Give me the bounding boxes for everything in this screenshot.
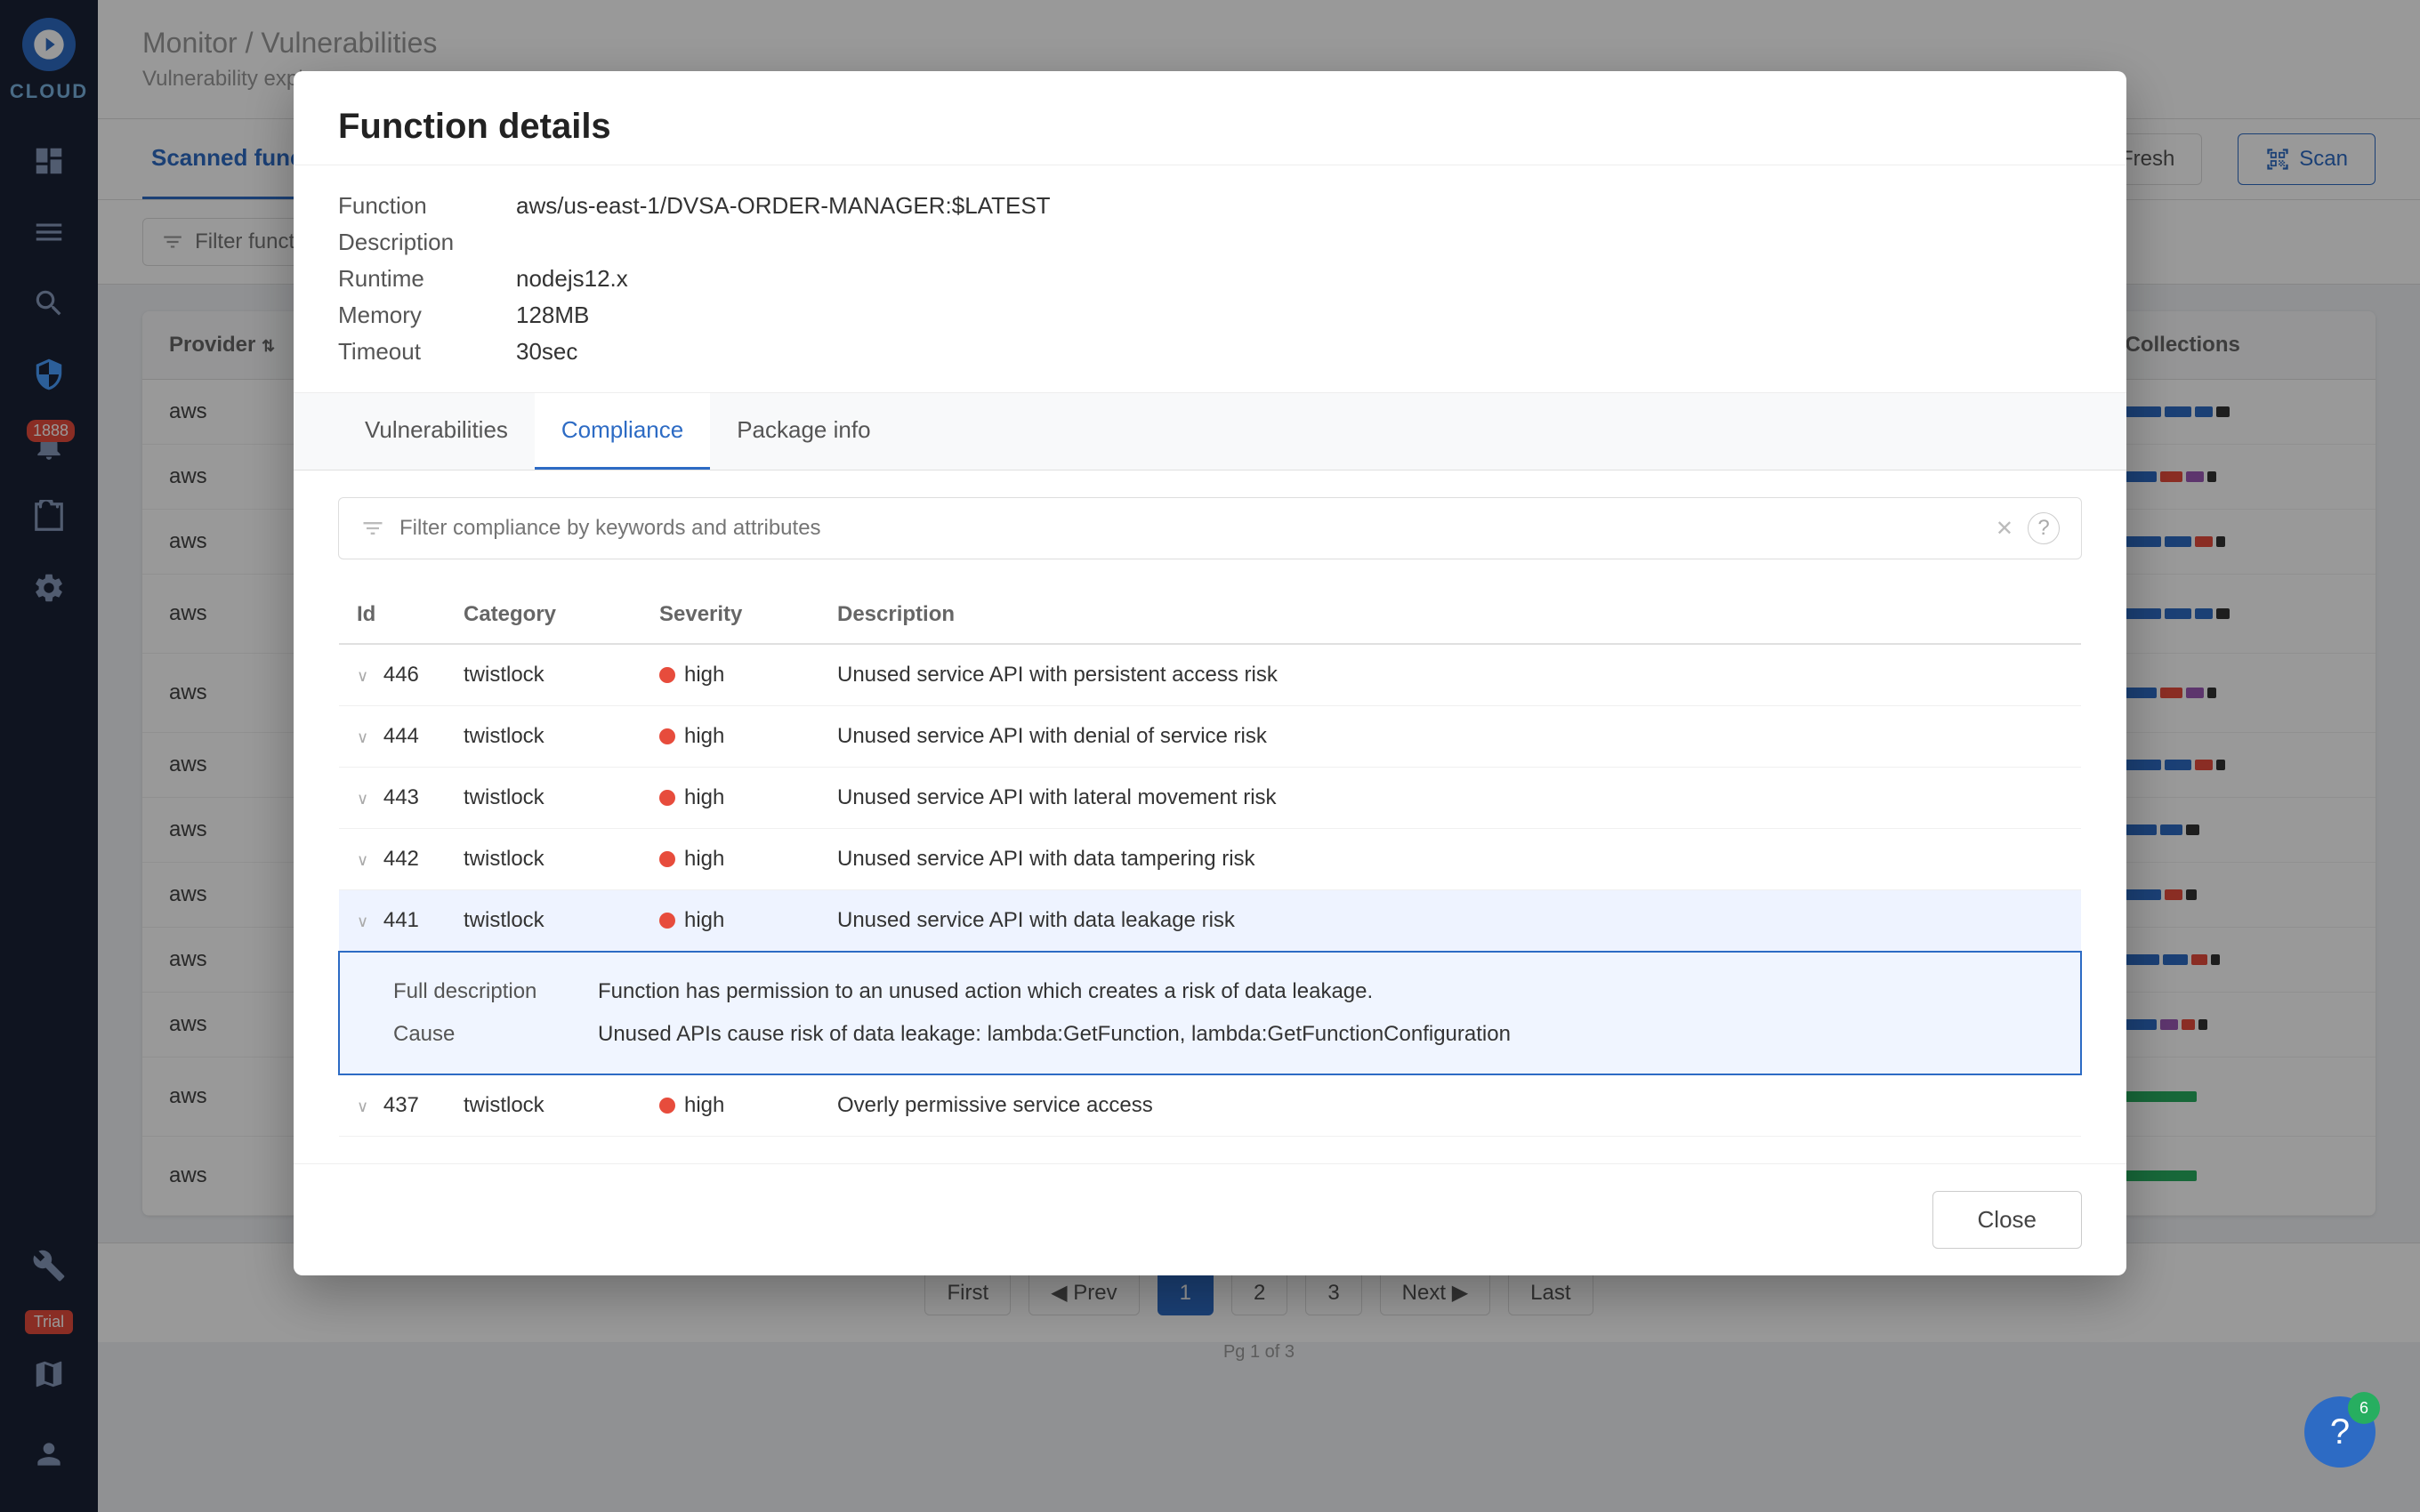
modal-tabs: Vulnerabilities Compliance Package info: [294, 393, 2126, 470]
row-chevron[interactable]: ∨: [357, 913, 368, 930]
severity-dot: [659, 728, 675, 744]
meta-runtime-value: nodejs12.x: [516, 265, 2082, 293]
modal-meta: Function aws/us-east-1/DVSA-ORDER-MANAGE…: [294, 165, 2126, 393]
severity-value: high: [684, 908, 724, 933]
compliance-row[interactable]: ∨ 443 twistlock high Unused service API …: [339, 768, 2081, 829]
severity-dot: [659, 913, 675, 929]
compliance-row[interactable]: ∨ 446 twistlock high Unused service API …: [339, 644, 2081, 706]
compliance-filter-bar[interactable]: ✕ ?: [338, 497, 2082, 559]
col-description: Description: [819, 586, 2081, 644]
modal: Function details Function aws/us-east-1/…: [294, 71, 2126, 1275]
cell-description: Unused service API with persistent acces…: [819, 644, 2081, 706]
cell-category: twistlock: [446, 1074, 641, 1137]
severity-value: high: [684, 1093, 724, 1118]
meta-function-label: Function: [338, 192, 498, 220]
cell-severity: high: [641, 890, 819, 953]
col-category: Category: [446, 586, 641, 644]
compliance-expanded-row: Full description Function has permission…: [339, 952, 2081, 1074]
meta-timeout-value: 30sec: [516, 338, 2082, 366]
cell-severity: high: [641, 829, 819, 890]
severity-value: high: [684, 847, 724, 872]
cell-category: twistlock: [446, 768, 641, 829]
meta-memory-label: Memory: [338, 302, 498, 329]
cell-category: twistlock: [446, 829, 641, 890]
filter-help[interactable]: ?: [2028, 512, 2060, 544]
severity-dot: [659, 1098, 675, 1114]
modal-title: Function details: [338, 107, 2082, 147]
cell-id: ∨ 443: [339, 768, 446, 829]
tab-vulnerabilities[interactable]: Vulnerabilities: [338, 393, 535, 470]
exp-full-desc-value: Function has permission to an unused act…: [598, 979, 2027, 1004]
cell-category: twistlock: [446, 890, 641, 953]
help-label: ?: [2330, 1412, 2350, 1452]
close-button[interactable]: Close: [1932, 1191, 2082, 1249]
severity-dot: [659, 667, 675, 683]
modal-overlay: Function details Function aws/us-east-1/…: [0, 0, 2420, 1512]
exp-cause-label: Cause: [393, 1022, 571, 1047]
compliance-row[interactable]: ∨ 444 twistlock high Unused service API …: [339, 706, 2081, 768]
compliance-row[interactable]: ∨ 442 twistlock high Unused service API …: [339, 829, 2081, 890]
meta-timeout-label: Timeout: [338, 338, 498, 366]
meta-function-value: aws/us-east-1/DVSA-ORDER-MANAGER:$LATEST: [516, 192, 2082, 220]
severity-dot: [659, 851, 675, 867]
cell-description: Unused service API with lateral movement…: [819, 768, 2081, 829]
severity-value: high: [684, 785, 724, 810]
row-chevron[interactable]: ∨: [357, 1098, 368, 1115]
tab-compliance[interactable]: Compliance: [535, 393, 710, 470]
modal-body: ✕ ? Id Category Severity Description ∨ 4…: [294, 470, 2126, 1163]
compliance-table: Id Category Severity Description ∨ 446 t…: [338, 586, 2082, 1137]
severity-value: high: [684, 724, 724, 749]
exp-full-desc-label: Full description: [393, 979, 571, 1004]
cell-severity: high: [641, 644, 819, 706]
col-severity: Severity: [641, 586, 819, 644]
modal-footer: Close: [294, 1163, 2126, 1275]
cell-category: twistlock: [446, 644, 641, 706]
cell-id: ∨ 444: [339, 706, 446, 768]
cell-id: ∨ 441: [339, 890, 446, 953]
meta-runtime-label: Runtime: [338, 265, 498, 293]
cell-description: Overly permissive service access: [819, 1074, 2081, 1137]
cell-description: Unused service API with denial of servic…: [819, 706, 2081, 768]
cell-id: ∨ 437: [339, 1074, 446, 1137]
compliance-row[interactable]: ∨ 441 twistlock high Unused service API …: [339, 890, 2081, 953]
exp-cause-value: Unused APIs cause risk of data leakage: …: [598, 1022, 2027, 1047]
meta-memory-value: 128MB: [516, 302, 2082, 329]
compliance-filter-input[interactable]: [399, 516, 1981, 541]
row-chevron[interactable]: ∨: [357, 851, 368, 869]
cell-description: Unused service API with data leakage ris…: [819, 890, 2081, 953]
severity-dot: [659, 790, 675, 806]
cell-category: twistlock: [446, 706, 641, 768]
meta-description-label: Description: [338, 229, 498, 256]
help-bubble[interactable]: 6 ?: [2304, 1396, 2376, 1468]
cell-severity: high: [641, 768, 819, 829]
help-count: 6: [2348, 1392, 2380, 1424]
filter-clear[interactable]: ✕: [1996, 516, 2013, 542]
cell-severity: high: [641, 706, 819, 768]
row-chevron[interactable]: ∨: [357, 728, 368, 746]
cell-id: ∨ 442: [339, 829, 446, 890]
col-id: Id: [339, 586, 446, 644]
tab-package-info[interactable]: Package info: [710, 393, 897, 470]
meta-description-value: [516, 229, 2082, 256]
row-chevron[interactable]: ∨: [357, 667, 368, 685]
row-chevron[interactable]: ∨: [357, 790, 368, 808]
modal-header: Function details: [294, 71, 2126, 165]
cell-description: Unused service API with data tampering r…: [819, 829, 2081, 890]
cell-id: ∨ 446: [339, 644, 446, 706]
cell-severity: high: [641, 1074, 819, 1137]
severity-value: high: [684, 663, 724, 688]
compliance-row[interactable]: ∨ 437 twistlock high Overly permissive s…: [339, 1074, 2081, 1137]
